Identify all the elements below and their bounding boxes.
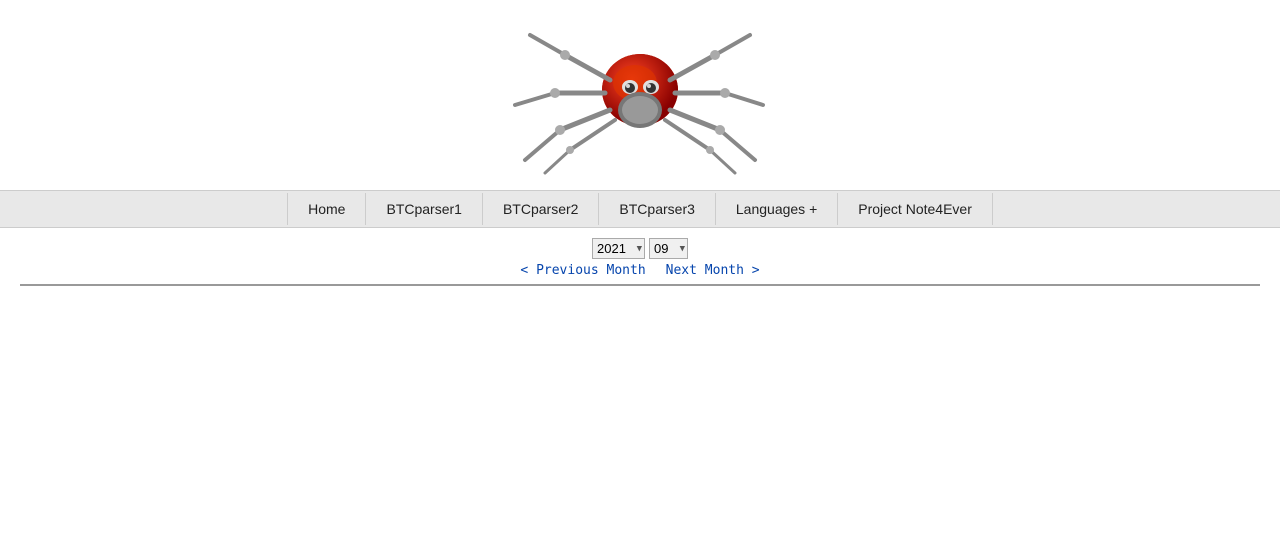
nav-btcparser2[interactable]: BTCparser2 [483,193,599,225]
prev-month-link[interactable]: < Previous Month [520,263,645,278]
nav-btcparser1[interactable]: BTCparser1 [366,193,482,225]
date-row: 2019202020212022 01020304050607080910111… [592,238,688,259]
date-selector: 2019202020212022 01020304050607080910111… [0,228,1280,284]
nav-note4ever[interactable]: Project Note4Ever [838,193,993,225]
year-select[interactable]: 2019202020212022 [592,238,645,259]
nav-btcparser3[interactable]: BTCparser3 [599,193,715,225]
logo-svg [495,15,785,175]
month-select[interactable]: 010203040506070809101112 [649,238,688,259]
month-select-wrapper: 010203040506070809101112 [649,238,688,259]
header [0,0,1280,190]
logo-area [490,10,790,180]
month-navigation: < Previous Month Next Month > [520,263,759,278]
data-area [20,284,1260,286]
year-select-wrapper: 2019202020212022 [592,238,645,259]
nav-languages[interactable]: Languages + [716,193,838,225]
next-month-link[interactable]: Next Month > [666,263,760,278]
nav-home[interactable]: Home [287,193,366,225]
navbar: Home BTCparser1 BTCparser2 BTCparser3 La… [0,190,1280,228]
